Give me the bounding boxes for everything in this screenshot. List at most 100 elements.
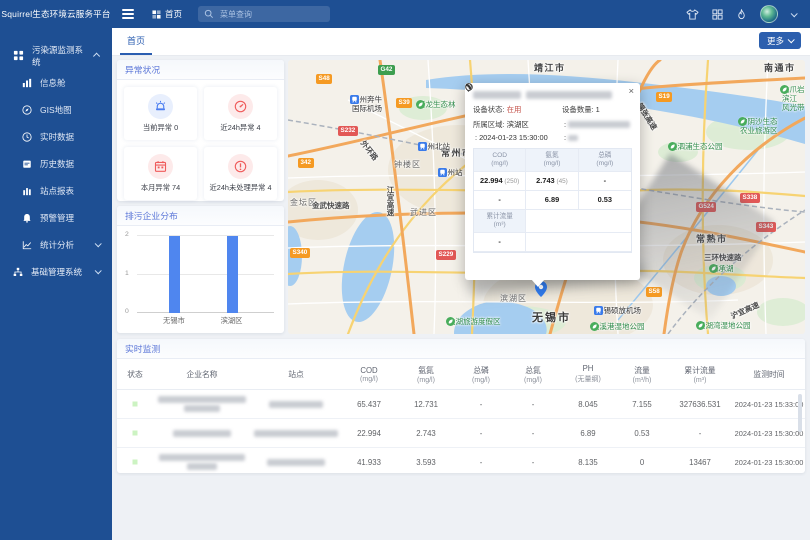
value-cell: 0.53 bbox=[617, 429, 667, 438]
flame-icon[interactable] bbox=[736, 9, 747, 20]
table-scrollbar[interactable] bbox=[798, 394, 802, 432]
bar-chart: 012无锡市滨湖区 bbox=[137, 236, 274, 313]
calendar-icon bbox=[148, 154, 173, 179]
table-row[interactable]: 22.9942.743--6.890.53-2024-01-23 15:30:0… bbox=[117, 419, 805, 448]
breadcrumb[interactable]: 首页 bbox=[152, 8, 182, 20]
stat-card-0[interactable]: 当前异常 0 bbox=[124, 87, 197, 140]
stat-card-label: 近24h未处理异常 4 bbox=[209, 183, 271, 193]
table-row[interactable]: 65.43712.731--8.0457.155327636.5312024-0… bbox=[117, 390, 805, 419]
masked-text bbox=[173, 430, 231, 437]
value-cell: 65.437 bbox=[341, 400, 397, 409]
masked-text bbox=[184, 405, 220, 412]
metric-header-spacer bbox=[526, 210, 631, 233]
home-grid-icon bbox=[152, 10, 161, 19]
more-button[interactable]: 更多 bbox=[759, 32, 801, 49]
value-cell: - bbox=[507, 429, 559, 438]
column-header-9: 累计流量(m³) bbox=[667, 365, 733, 384]
value-cell: - bbox=[455, 400, 507, 409]
company-name-masked bbox=[153, 396, 251, 413]
popup-table-row: - bbox=[474, 233, 631, 252]
sidebar: 污染源监测系统信息舱 GIS地图实时数据历史数据站点报表预警管理统计分析基础管理系… bbox=[0, 28, 112, 540]
device-time: : 2024-01-23 15:30:00 bbox=[473, 133, 562, 142]
sidebar-item-0[interactable]: 信息舱 bbox=[0, 69, 112, 96]
more-button-label: 更多 bbox=[767, 35, 784, 47]
shirt-icon[interactable] bbox=[686, 9, 699, 20]
value-cell: - bbox=[507, 400, 559, 409]
value-cell: - bbox=[455, 429, 507, 438]
gridline: 1 bbox=[137, 274, 274, 275]
x-tick-label: 无锡市 bbox=[163, 316, 185, 326]
caret-down-icon[interactable] bbox=[791, 10, 798, 17]
sidebar-item-1[interactable]: GIS地图 bbox=[0, 96, 112, 123]
close-icon[interactable]: × bbox=[628, 86, 634, 97]
table-row[interactable]: 41.9333.593--8.1350134672024-01-23 15:30… bbox=[117, 448, 805, 477]
column-header-8: 流量(m³/h) bbox=[617, 365, 667, 384]
caret-down-icon bbox=[788, 36, 795, 43]
sidebar-item-5[interactable]: 预警管理 bbox=[0, 204, 112, 231]
road-number-badge: S229 bbox=[436, 250, 456, 260]
sidebar-item-root2[interactable]: 基础管理系统 bbox=[0, 258, 112, 285]
metric-header: 累计流量(m³) bbox=[474, 210, 526, 233]
y-tick-label: 2 bbox=[125, 231, 129, 238]
road-number-badge: S340 bbox=[290, 248, 310, 258]
masked-text bbox=[187, 463, 217, 470]
sidebar-item-label: 历史数据 bbox=[40, 158, 74, 170]
column-header-6: 总氮(mg/l) bbox=[507, 365, 559, 384]
alert-icon bbox=[22, 213, 32, 223]
device-address: : bbox=[562, 119, 632, 130]
user-avatar[interactable] bbox=[760, 5, 778, 23]
device-count: 设备数量: 1 bbox=[562, 104, 632, 115]
chevron-down-icon bbox=[95, 240, 102, 247]
top-bar: Squirrel生态环境云服务平台 首页 bbox=[0, 0, 810, 28]
column-header-7: PH(无量纲) bbox=[559, 364, 617, 384]
metric-value: 0.53 bbox=[579, 191, 631, 210]
device-phone: : bbox=[562, 133, 632, 142]
masked-text bbox=[159, 454, 245, 461]
tab-home[interactable]: 首页 bbox=[120, 28, 152, 55]
sidebar-item-6[interactable]: 统计分析 bbox=[0, 231, 112, 258]
masked-text bbox=[267, 459, 325, 466]
value-cell: 3.593 bbox=[397, 458, 455, 467]
stat-card-1[interactable]: 近24h异常 4 bbox=[204, 87, 277, 140]
value-cell: - bbox=[507, 458, 559, 467]
sidebar-item-label: 统计分析 bbox=[40, 239, 74, 251]
sidebar-item-4[interactable]: 站点报表 bbox=[0, 177, 112, 204]
y-tick-label: 0 bbox=[125, 308, 129, 315]
tab-bar: 首页 更多 bbox=[112, 28, 810, 56]
search-icon bbox=[204, 9, 214, 19]
masked-text bbox=[269, 401, 323, 408]
value-cell: 7.155 bbox=[617, 400, 667, 409]
siren-icon bbox=[148, 94, 173, 119]
menu-search-input[interactable] bbox=[218, 9, 324, 20]
masked-text bbox=[526, 91, 612, 99]
value-cell: 8.135 bbox=[559, 458, 617, 467]
station-name-masked bbox=[251, 459, 341, 466]
sidebar-item-2[interactable]: 实时数据 bbox=[0, 123, 112, 150]
sidebar-item-root[interactable]: 污染源监测系统 bbox=[0, 42, 112, 69]
app-logo: Squirrel生态环境云服务平台 bbox=[0, 8, 112, 20]
stat-card-2[interactable]: 本月异常 74 bbox=[124, 147, 197, 200]
stat-card-3[interactable]: 近24h未处理异常 4 bbox=[204, 147, 277, 200]
sidebar-item-label: 信息舱 bbox=[40, 77, 66, 89]
warning-icon bbox=[228, 154, 253, 179]
metric-value: 6.89 bbox=[526, 191, 578, 210]
map-canvas[interactable]: 靖江市南通市常州市钟楼区金坛区武进区常熟市滨湖区无锡市金武快速路三环快速路沪宜高… bbox=[288, 60, 805, 334]
metric-value-spacer bbox=[526, 233, 631, 252]
popup-table-row: -6.890.53 bbox=[474, 191, 631, 210]
value-cell: - bbox=[667, 429, 733, 438]
sidebar-item-label: 基础管理系统 bbox=[31, 266, 82, 278]
chevron-up-icon bbox=[93, 53, 100, 60]
device-name-masked bbox=[465, 83, 640, 104]
widget-icon[interactable] bbox=[712, 9, 723, 20]
menu-search[interactable] bbox=[198, 6, 330, 22]
dashboard-icon bbox=[22, 78, 32, 88]
gridline: 0 bbox=[137, 312, 274, 313]
sidebar-item-label: GIS地图 bbox=[40, 104, 72, 116]
metric-header: 氨氮(mg/l) bbox=[526, 149, 578, 172]
menu-toggle-icon[interactable] bbox=[122, 9, 134, 18]
sidebar-item-3[interactable]: 历史数据 bbox=[0, 150, 112, 177]
popup-table-row: 累计流量(m³) bbox=[474, 210, 631, 233]
x-tick-label: 滨湖区 bbox=[221, 316, 243, 326]
column-header-4: 氨氮(mg/l) bbox=[397, 365, 455, 384]
clock-icon bbox=[22, 132, 32, 142]
